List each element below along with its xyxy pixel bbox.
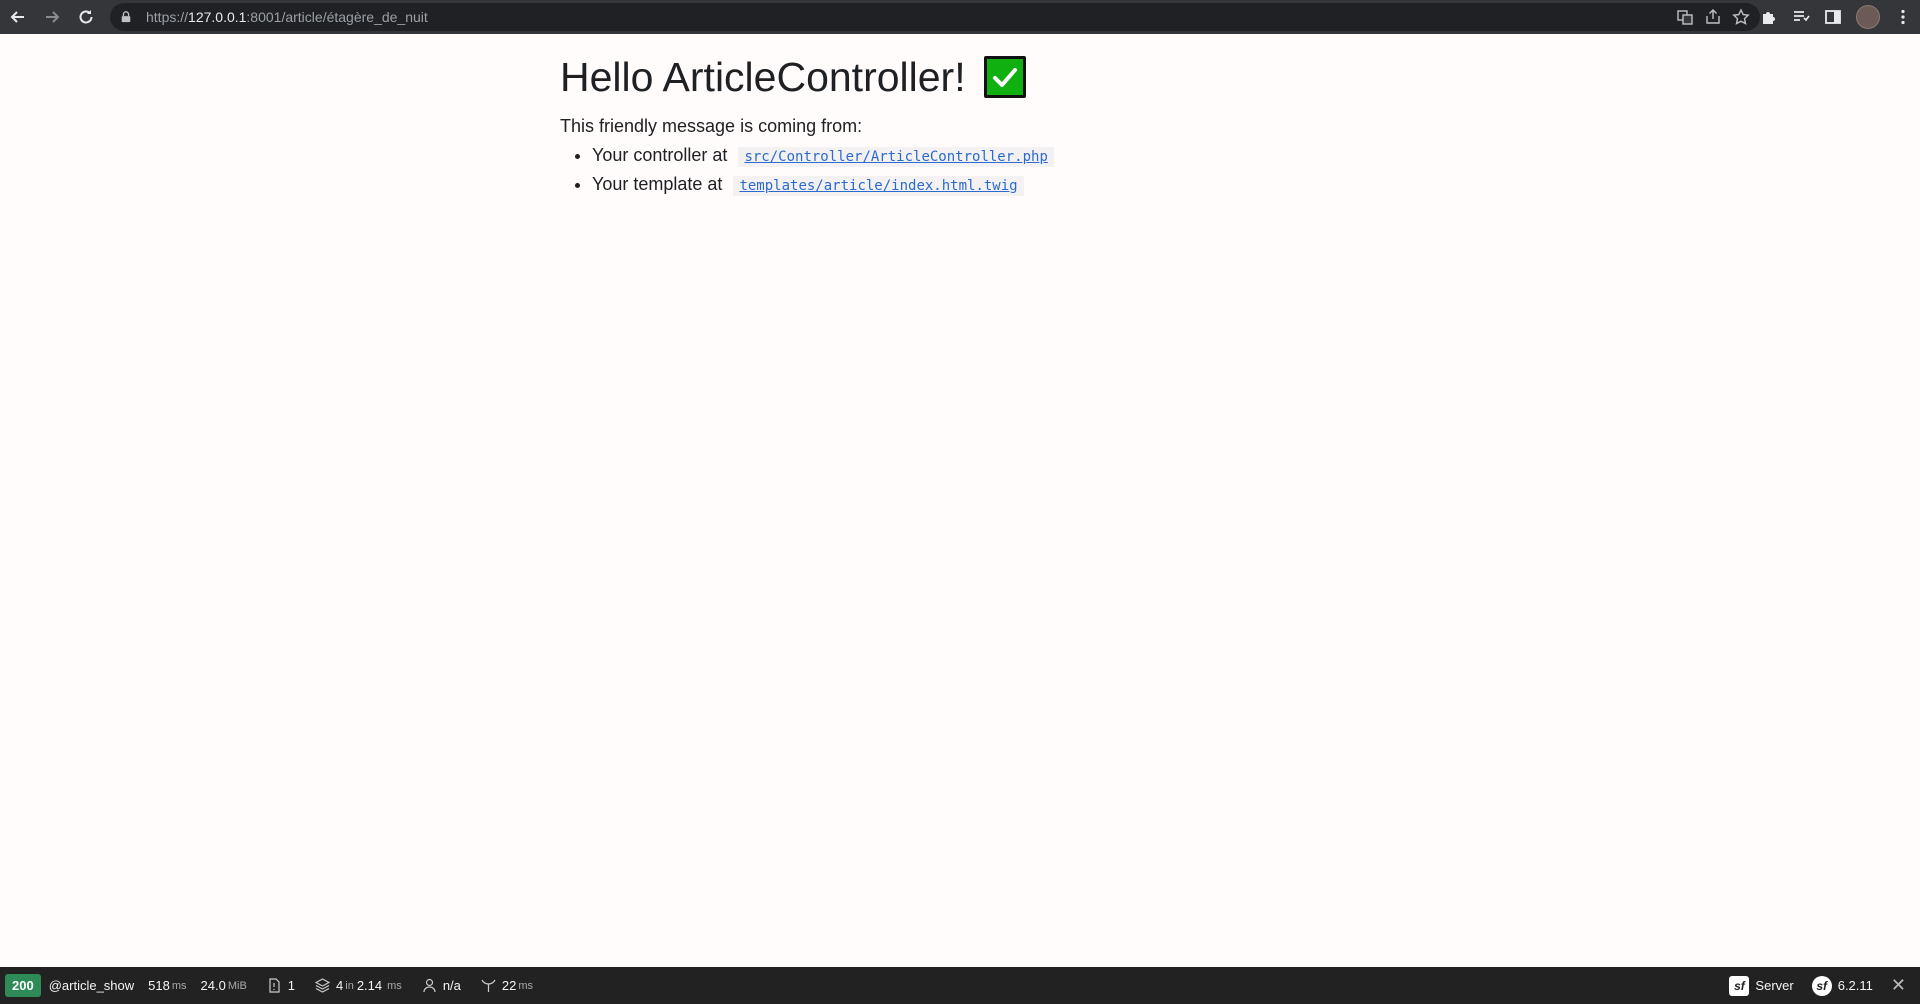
close-icon[interactable]: ✕ — [1891, 975, 1906, 996]
time-unit: ms — [171, 979, 187, 992]
controller-code: src/Controller/ArticleController.php — [738, 147, 1054, 167]
url-host: 127.0.0.1 — [188, 9, 247, 25]
url-text[interactable]: https://127.0.0.1:8001/article/étagère_d… — [146, 9, 428, 25]
page-title-text: Hello ArticleController! — [560, 54, 966, 100]
back-button[interactable] — [2, 1, 34, 33]
star-icon[interactable] — [1732, 8, 1750, 26]
reading-list-icon[interactable] — [1792, 8, 1810, 26]
controller-link[interactable]: src/Controller/ArticleController.php — [744, 149, 1047, 165]
translate-icon[interactable] — [1676, 8, 1694, 26]
controller-label: Your controller at — [592, 145, 728, 165]
intro-text: This friendly message is coming from: — [560, 116, 863, 136]
side-panel-icon[interactable] — [1824, 8, 1842, 26]
version-item[interactable]: sf 6.2.11 — [1811, 975, 1873, 996]
version-value: 6.2.11 — [1837, 978, 1873, 993]
profile-avatar[interactable] — [1856, 5, 1880, 29]
event-icon — [481, 979, 496, 992]
time-item[interactable]: 518 ms — [148, 978, 186, 993]
server-item[interactable]: sf Server — [1729, 975, 1794, 996]
memory-item[interactable]: 24.0 MiB — [201, 978, 247, 993]
arrow-left-icon — [10, 11, 24, 23]
events-value: 22 — [501, 978, 517, 993]
layers-icon — [315, 978, 331, 993]
logs-item[interactable]: 1 — [267, 978, 295, 993]
url-path: :8001/article/étagère_de_nuit — [246, 9, 428, 25]
list-item-template: Your template at templates/article/index… — [592, 171, 1460, 200]
kebab-menu-icon[interactable] — [1894, 8, 1912, 26]
browser-toolbar: https://127.0.0.1:8001/article/étagère_d… — [0, 0, 1920, 34]
template-link[interactable]: templates/article/index.html.twig — [739, 178, 1017, 194]
forward-button[interactable] — [36, 1, 68, 33]
user-value: n/a — [442, 978, 461, 993]
twig-item[interactable]: 4 in 2.14 ms — [315, 978, 402, 993]
check-mark-icon — [983, 56, 1026, 98]
list-item-controller: Your controller at src/Controller/Articl… — [592, 142, 1460, 171]
time-value: 518 — [148, 978, 170, 993]
twig-unit: ms — [387, 979, 402, 992]
server-label: Server — [1755, 978, 1794, 993]
logs-count: 1 — [287, 978, 296, 993]
twig-in: in — [345, 979, 354, 992]
document-icon — [269, 978, 280, 993]
source-list: Your controller at src/Controller/Articl… — [560, 142, 1460, 200]
url-scheme: https:// — [146, 9, 189, 25]
events-unit: ms — [518, 979, 534, 992]
symfony-debug-toolbar: 200 @article_show 518 ms 24.0 MiB 1 4 in… — [0, 967, 1920, 1004]
twig-time: 2.14 — [356, 978, 383, 993]
symfony-logo-icon: sf — [1811, 975, 1832, 996]
lock-icon[interactable] — [120, 10, 134, 24]
twig-count: 4 — [336, 978, 344, 993]
reload-button[interactable] — [70, 1, 102, 33]
page-title: Hello ArticleController! — [560, 50, 1460, 104]
page-content: Hello ArticleController! This friendly m… — [560, 50, 1460, 200]
template-code: templates/article/index.html.twig — [733, 176, 1024, 196]
events-item[interactable]: 22 ms — [481, 978, 533, 993]
template-label: Your template at — [592, 174, 723, 194]
share-icon[interactable] — [1704, 8, 1722, 26]
route-name: @article_show — [48, 978, 135, 993]
route-item[interactable]: @article_show — [49, 978, 134, 993]
memory-unit: MiB — [227, 979, 247, 992]
security-item[interactable]: n/a — [422, 978, 461, 993]
symfony-logo-icon: sf — [1729, 975, 1750, 996]
arrow-right-icon — [46, 11, 60, 23]
status-badge[interactable]: 200 — [5, 974, 41, 997]
address-bar[interactable]: https://127.0.0.1:8001/article/étagère_d… — [110, 3, 1760, 31]
reload-icon — [79, 10, 93, 24]
puzzle-icon[interactable] — [1760, 8, 1778, 26]
memory-value: 24.0 — [200, 978, 226, 993]
user-icon — [423, 978, 436, 993]
